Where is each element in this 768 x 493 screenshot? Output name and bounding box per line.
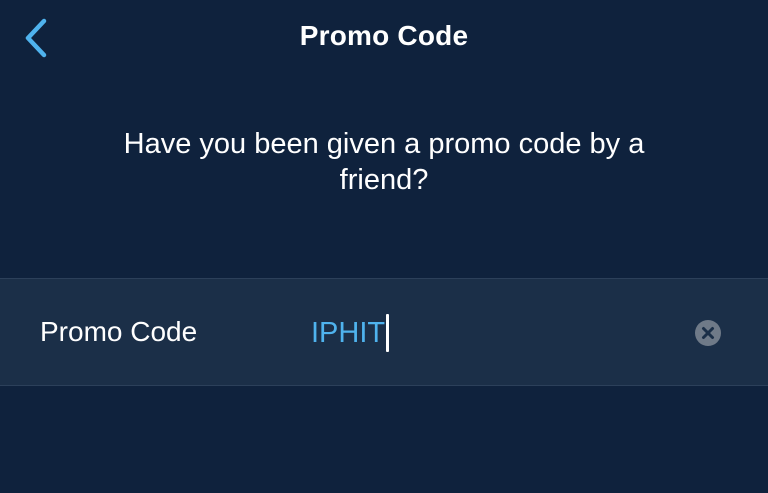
promo-code-row[interactable]: Promo Code IPHIT <box>0 278 768 386</box>
clear-button[interactable] <box>695 320 721 346</box>
clear-circle-icon <box>695 320 721 346</box>
page-title: Promo Code <box>299 20 469 51</box>
promo-code-value[interactable]: IPHIT <box>311 316 385 350</box>
promo-prompt-text: Have you been given a promo code by a fr… <box>123 128 645 196</box>
text-cursor <box>386 314 390 352</box>
nav-bar: Promo Code <box>0 0 768 78</box>
promo-code-screen: Promo Code Have you been given a promo c… <box>0 0 768 493</box>
promo-code-input[interactable]: IPHIT <box>311 314 390 352</box>
promo-code-label: Promo Code <box>40 316 198 347</box>
